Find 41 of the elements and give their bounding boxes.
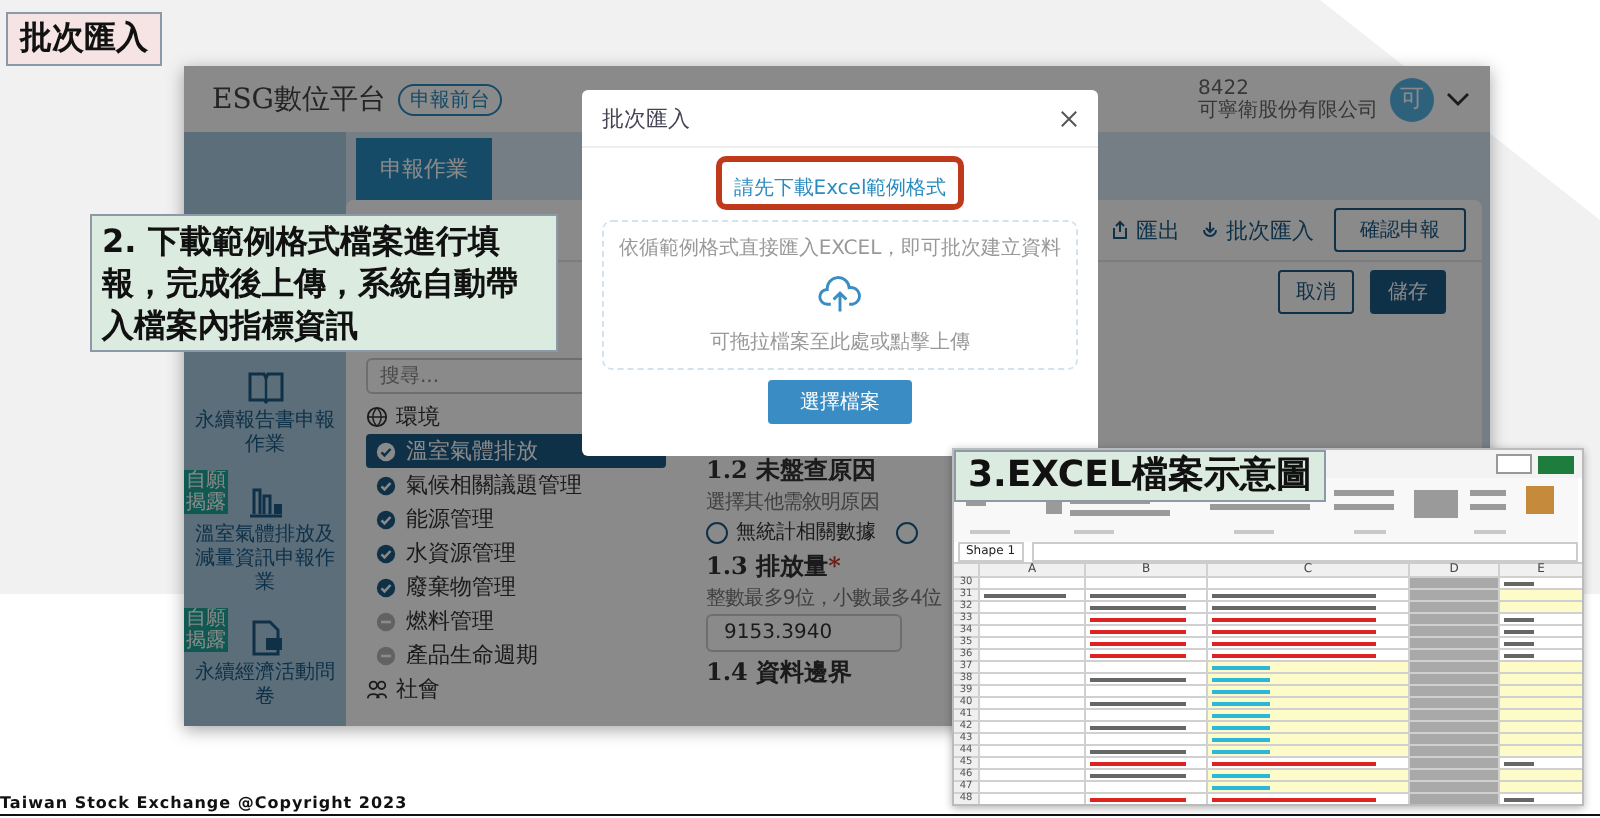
export-link[interactable]: 匯出 (1110, 215, 1180, 245)
sidebar-item[interactable]: 永續報告書申報作業 (190, 410, 340, 458)
brand-title: ESG數位平台 (212, 81, 386, 117)
section-title: 1.2 未盤查原因 (706, 456, 877, 486)
nav-item[interactable]: 水資源管理 (366, 536, 666, 570)
dropzone-hint: 可拖拉檔案至此處或點擊上傳 (710, 329, 970, 356)
field-hint: 選擇其他需敘明原因 (706, 489, 879, 516)
disclosure-badge: 自願揭露 (184, 608, 228, 652)
dialog-title: 批次匯入 (602, 103, 690, 133)
dropzone-text: 依循範例格式直接匯入EXCEL，即可批次建立資料 (618, 235, 1062, 262)
section-title: 1.3 排放量 (706, 552, 829, 582)
tab[interactable]: 申報作業 (356, 138, 492, 200)
brand-badge: 申報前台 (398, 83, 502, 115)
sidebar-item[interactable]: 永續經濟活動問卷 (190, 662, 340, 710)
section-title: 1.4 資料邊界 (706, 658, 853, 688)
confirm-button[interactable]: 確認申報 (1334, 208, 1466, 252)
cancel-button[interactable]: 取消 (1278, 270, 1354, 314)
upload-dropzone[interactable]: 依循範例格式直接匯入EXCEL，即可批次建立資料 可拖拉檔案至此處或點擊上傳 (602, 220, 1078, 370)
nav-item[interactable]: 能源管理 (366, 502, 666, 536)
nav-group-label: 環境 (396, 404, 440, 430)
nav-group-label: 社會 (396, 676, 440, 702)
nav-item[interactable]: 氣候相關議題管理 (366, 468, 666, 502)
footer-copyright: Taiwan Stock Exchange @Copyright 2023 (0, 794, 408, 812)
emission-input[interactable]: 9153.3940 (706, 614, 902, 652)
nav-item[interactable]: 廢棄物管理 (366, 570, 666, 604)
download-template-link[interactable]: 請先下載Excel範例格式 (733, 178, 947, 200)
save-button[interactable]: 儲存 (1370, 270, 1446, 314)
company-name: 可寧衛股份有限公司 (1198, 99, 1378, 121)
slide-title: 批次匯入 (6, 12, 162, 66)
disclosure-badge: 自願揭露 (184, 470, 228, 514)
field-hint: 整數最多9位，小數最多4位 (706, 585, 942, 612)
company-code: 8422 (1198, 77, 1251, 99)
batch-import-link[interactable]: 批次匯入 (1200, 215, 1314, 245)
choose-file-button[interactable]: 選擇檔案 (768, 380, 912, 424)
callout-note: 3.EXCEL檔案示意圖 (954, 450, 1326, 502)
required-mark: * (828, 552, 841, 582)
nav-item[interactable]: 產品生命週期 (366, 638, 666, 672)
radio-label[interactable]: 無統計相關數據 (736, 518, 876, 546)
sidebar-item[interactable]: 溫室氣體排放及減量資訊申報作業 (190, 524, 340, 596)
nav-item[interactable]: 燃料管理 (366, 604, 666, 638)
callout-note: 2. 下載範例格式檔案進行填報，完成後上傳，系統自動帶入檔案內指標資訊 (90, 214, 558, 352)
